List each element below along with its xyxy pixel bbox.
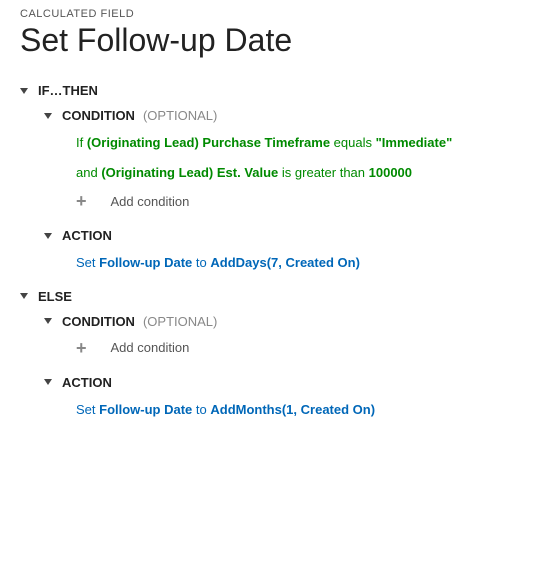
else-condition-header[interactable]: CONDITION (OPTIONAL) xyxy=(44,314,513,329)
else-action-block: ACTION Set Follow-up Date to AddMonths(1… xyxy=(44,375,513,420)
optional-label: (OPTIONAL) xyxy=(143,314,217,329)
cond-field: (Originating Lead) Purchase Timeframe xyxy=(87,135,330,150)
condition-line-1[interactable]: If (Originating Lead) Purchase Timeframe… xyxy=(76,133,513,153)
else-action-line[interactable]: Set Follow-up Date to AddMonths(1, Creat… xyxy=(76,400,513,420)
action-field: Follow-up Date xyxy=(99,255,192,270)
cond-value: 100000 xyxy=(369,165,412,180)
cond-field: (Originating Lead) Est. Value xyxy=(101,165,278,180)
cond-text: and xyxy=(76,165,101,180)
cond-value: "Immediate" xyxy=(376,135,453,150)
add-condition-label: Add condition xyxy=(111,194,190,209)
action-header[interactable]: ACTION xyxy=(44,228,513,243)
breadcrumb: CALCULATED FIELD xyxy=(20,8,513,20)
caret-icon xyxy=(20,293,28,299)
plus-icon: + xyxy=(76,192,87,210)
plus-icon: + xyxy=(76,339,87,357)
action-field: Follow-up Date xyxy=(99,402,192,417)
if-then-label: IF…THEN xyxy=(38,83,98,98)
condition-label: CONDITION xyxy=(62,108,135,123)
else-condition-block: CONDITION (OPTIONAL) + Add condition xyxy=(44,314,513,357)
else-label: ELSE xyxy=(38,289,72,304)
caret-icon xyxy=(20,88,28,94)
condition-label: CONDITION xyxy=(62,314,135,329)
add-condition-button[interactable]: + Add condition xyxy=(76,192,513,210)
cond-op: is greater than xyxy=(278,165,368,180)
cond-op: equals xyxy=(330,135,376,150)
page-title: Set Follow-up Date xyxy=(20,22,513,59)
caret-icon xyxy=(44,318,52,324)
caret-icon xyxy=(44,113,52,119)
action-text: to xyxy=(192,402,210,417)
action-line[interactable]: Set Follow-up Date to AddDays(7, Created… xyxy=(76,253,513,273)
condition-line-2[interactable]: and (Originating Lead) Est. Value is gre… xyxy=(76,163,513,183)
action-text: Set xyxy=(76,255,99,270)
cond-text: If xyxy=(76,135,87,150)
action-block: ACTION Set Follow-up Date to AddDays(7, … xyxy=(44,228,513,273)
action-text: to xyxy=(192,255,210,270)
if-then-header[interactable]: IF…THEN xyxy=(20,83,513,98)
action-text: Set xyxy=(76,402,99,417)
else-header[interactable]: ELSE xyxy=(20,289,513,304)
condition-block: CONDITION (OPTIONAL) If (Originating Lea… xyxy=(44,108,513,210)
else-section: ELSE CONDITION (OPTIONAL) + Add conditio… xyxy=(20,289,513,420)
add-condition-label: Add condition xyxy=(111,340,190,355)
action-fn: AddDays(7, Created On) xyxy=(210,255,360,270)
caret-icon xyxy=(44,233,52,239)
optional-label: (OPTIONAL) xyxy=(143,108,217,123)
else-action-header[interactable]: ACTION xyxy=(44,375,513,390)
condition-header[interactable]: CONDITION (OPTIONAL) xyxy=(44,108,513,123)
add-condition-button[interactable]: + Add condition xyxy=(76,339,513,357)
caret-icon xyxy=(44,379,52,385)
action-fn: AddMonths(1, Created On) xyxy=(210,402,375,417)
if-then-section: IF…THEN CONDITION (OPTIONAL) If (Origina… xyxy=(20,83,513,273)
action-label: ACTION xyxy=(62,228,112,243)
action-label: ACTION xyxy=(62,375,112,390)
